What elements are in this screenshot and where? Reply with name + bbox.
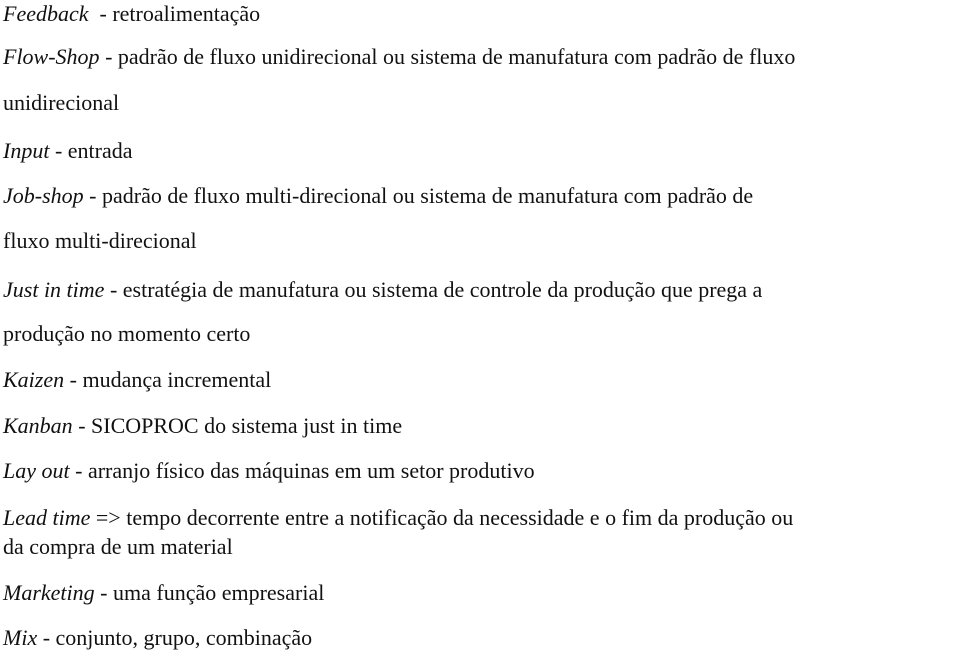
glossary-definition-continuation: produção no momento certo — [3, 321, 251, 346]
glossary-entry-kanban: Kanban - SICOPROC do sistema just in tim… — [3, 413, 402, 439]
glossary-entry-job-shop: Job-shop - padrão de fluxo multi-direcio… — [3, 183, 753, 209]
glossary-separator: - — [83, 183, 102, 208]
glossary-entry-just-in-time: Just in time - estratégia de manufatura … — [3, 277, 762, 303]
glossary-separator: - — [49, 138, 68, 163]
glossary-term: Lay out — [3, 458, 70, 483]
glossary-definition: arranjo físico das máquinas em um setor … — [87, 458, 535, 483]
glossary-entry-lead-time: Lead time => tempo decorrente entre a no… — [3, 505, 793, 531]
glossary-entry-feedback: Feedback - retroalimentação — [3, 1, 260, 27]
glossary-term: Input — [3, 138, 50, 163]
glossary-separator: - — [104, 277, 123, 302]
glossary-entry-mix: Mix - conjunto, grupo, combinação — [3, 625, 312, 651]
glossary-term: Just in time — [3, 277, 105, 302]
glossary-term: Flow-Shop — [3, 44, 100, 69]
glossary-definition: padrão de fluxo multi-direcional ou sist… — [101, 183, 754, 208]
glossary-definition: retroalimentação — [112, 1, 261, 26]
glossary-separator: - — [94, 580, 113, 605]
glossary-term: Lead time — [3, 505, 91, 530]
glossary-term: Feedback — [3, 1, 89, 26]
glossary-separator: - — [69, 458, 88, 483]
glossary-definition: entrada — [67, 138, 133, 163]
glossary-term: Mix — [3, 625, 38, 650]
glossary-entry-marketing: Marketing - uma função empresarial — [3, 580, 324, 606]
glossary-definition-continuation: da compra de um material — [3, 534, 233, 559]
glossary-definition-continuation: fluxo multi-direcional — [3, 228, 197, 253]
glossary-term: Marketing — [3, 580, 95, 605]
glossary-separator: - — [72, 413, 92, 438]
glossary-entry-lay-out: Lay out - arranjo físico das máquinas em… — [3, 458, 535, 484]
glossary-definition: estratégia de manufatura ou sistema de c… — [122, 277, 763, 302]
glossary-definition: tempo decorrente entre a notificação da … — [126, 505, 794, 530]
glossary-separator: - — [37, 625, 56, 650]
glossary-definition: SICOPROC do sistema just in time — [91, 413, 403, 438]
glossary-definition: conjunto, grupo, combinação — [55, 625, 313, 650]
glossary-entry-flow-shop: Flow-Shop - padrão de fluxo unidireciona… — [3, 44, 795, 70]
glossary-term: Job-shop — [3, 183, 84, 208]
glossary-separator: - — [64, 367, 83, 392]
glossary-separator: - — [88, 1, 113, 26]
glossary-term: Kaizen — [3, 367, 65, 392]
glossary-definition-continuation: unidirecional — [3, 90, 120, 115]
glossary-entry-kaizen: Kaizen - mudança incremental — [3, 367, 271, 393]
glossary-definition: mudança incremental — [82, 367, 272, 392]
glossary-separator: => — [90, 505, 127, 530]
glossary-separator: - — [99, 44, 118, 69]
glossary-entry-input: Input - entrada — [3, 138, 133, 164]
glossary-definition: padrão de fluxo unidirecional ou sistema… — [117, 44, 796, 69]
glossary-definition: uma função empresarial — [112, 580, 325, 605]
glossary-term: Kanban — [3, 413, 73, 438]
